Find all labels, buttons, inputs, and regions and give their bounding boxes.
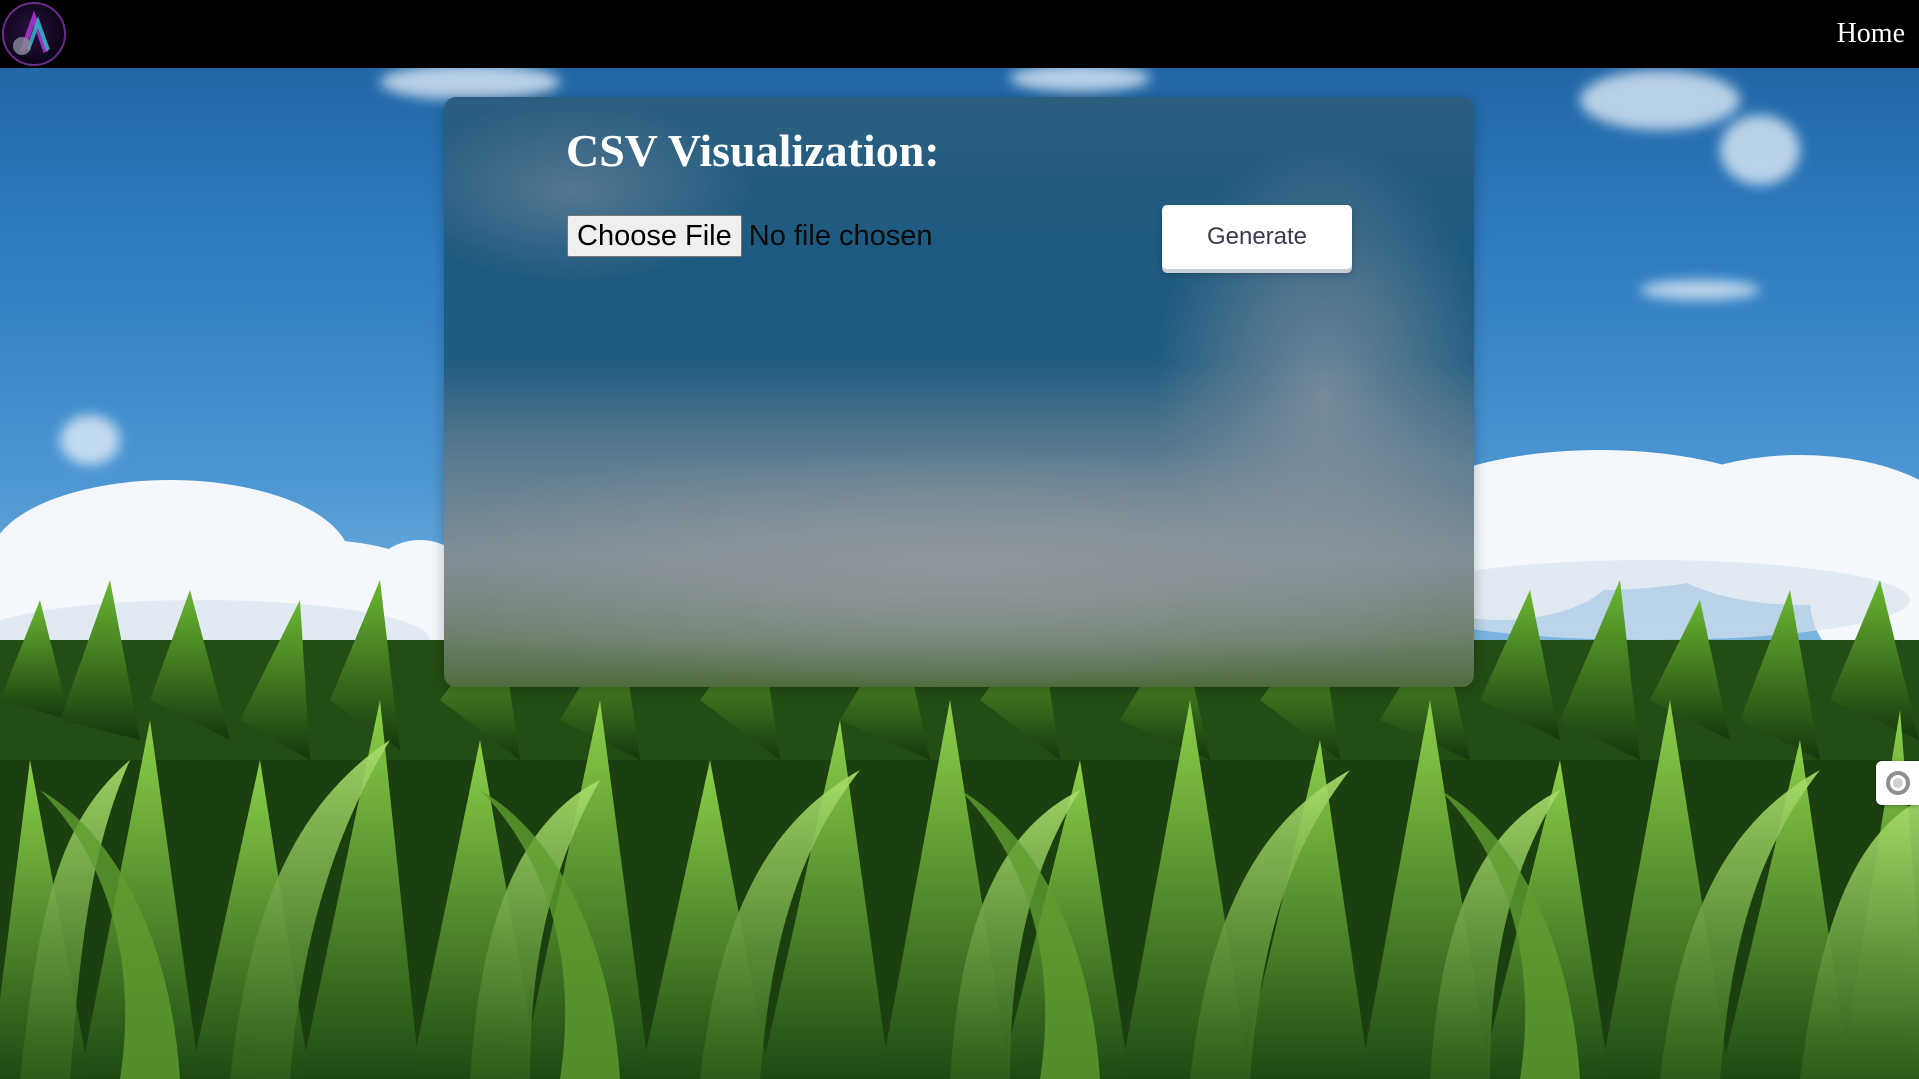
csv-visualization-card: CSV Visualization: Choose File No file c… xyxy=(444,97,1474,687)
side-floating-widget[interactable] xyxy=(1876,761,1919,805)
purple-letter-logo-icon[interactable] xyxy=(2,2,66,66)
logo-graphic xyxy=(13,10,50,55)
generate-button[interactable]: Generate xyxy=(1162,205,1352,269)
circle-toggle-icon xyxy=(1886,771,1910,795)
page-title: CSV Visualization: xyxy=(566,125,940,176)
choose-file-button[interactable]: Choose File xyxy=(567,215,742,257)
file-input[interactable]: Choose File No file chosen xyxy=(567,215,933,257)
top-navbar: Home xyxy=(0,0,1919,68)
file-status-text: No file chosen xyxy=(748,219,933,252)
nav-home-link[interactable]: Home xyxy=(1837,14,1905,54)
card-frosted-background xyxy=(444,97,1474,687)
